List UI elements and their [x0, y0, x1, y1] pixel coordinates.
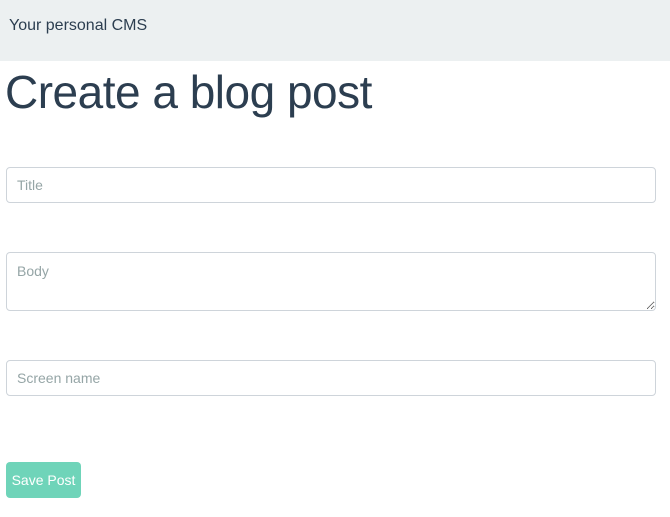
- screen-name-input[interactable]: [6, 360, 656, 396]
- save-post-button[interactable]: Save Post: [6, 462, 81, 498]
- title-input[interactable]: [6, 167, 656, 203]
- navbar-brand[interactable]: Your personal CMS: [9, 17, 147, 35]
- page-title: Create a blog post: [5, 66, 372, 118]
- navbar: Your personal CMS: [0, 0, 670, 61]
- body-textarea[interactable]: [6, 252, 656, 311]
